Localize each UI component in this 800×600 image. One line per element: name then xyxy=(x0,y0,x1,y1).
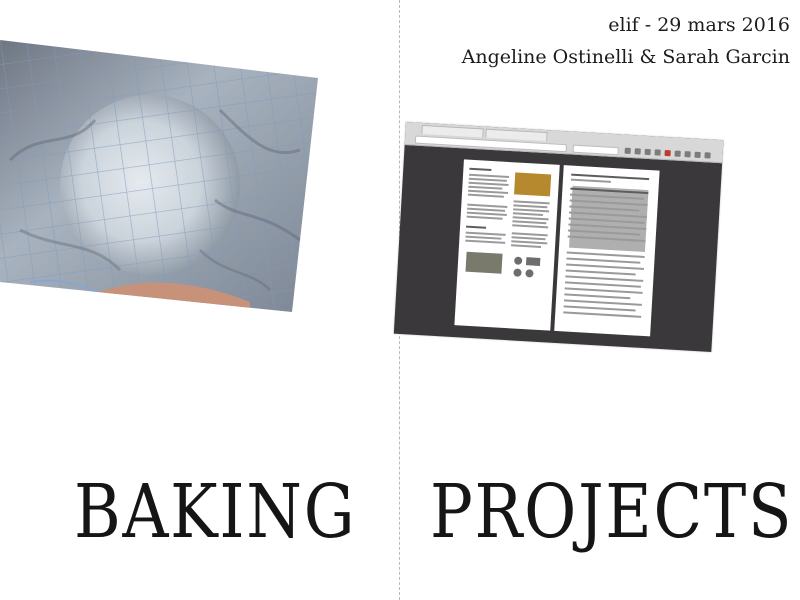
text-line xyxy=(564,287,643,294)
document-left-page xyxy=(454,159,560,331)
logo-mark xyxy=(513,256,523,265)
event-date: elif - 29 mars 2016 xyxy=(608,14,790,36)
text-line xyxy=(570,178,611,183)
dough-cloth-photo xyxy=(0,40,318,312)
search-box xyxy=(572,144,619,156)
thumbnail-image xyxy=(465,251,503,274)
browser-toolbar xyxy=(404,122,724,164)
text-line xyxy=(511,244,542,248)
title-word-projects: PROJECTS xyxy=(430,469,794,555)
toolbar-icon xyxy=(624,147,631,154)
document-right-page xyxy=(554,165,660,337)
text-line xyxy=(566,251,645,258)
text-line xyxy=(512,212,543,217)
toolbar-icon xyxy=(634,148,641,155)
text-line xyxy=(512,224,549,229)
toolbar-icon xyxy=(644,148,651,156)
text-line xyxy=(465,239,506,244)
thumbnail-image xyxy=(514,172,552,197)
event-info: elif - 29 mars 2016 Angeline Ostinelli &… xyxy=(462,12,790,70)
text-line xyxy=(564,281,641,288)
text-line xyxy=(469,167,492,171)
browser-screenshot xyxy=(393,122,724,352)
text-line xyxy=(563,311,642,318)
toolbar-icon xyxy=(704,152,711,159)
title-word-baking: BAKING xyxy=(74,469,357,555)
text-line xyxy=(566,257,641,264)
text-line xyxy=(565,275,644,282)
event-authors: Angeline Ostinelli & Sarah Garcin xyxy=(461,46,790,68)
text-line xyxy=(563,299,642,306)
text-line xyxy=(466,215,503,220)
browser-window xyxy=(393,122,724,352)
text-line xyxy=(564,293,631,300)
logo-mark xyxy=(525,269,534,278)
toolbar-icon xyxy=(654,149,661,156)
toolbar-icon xyxy=(684,151,691,158)
logo-mark xyxy=(513,268,522,277)
text-line xyxy=(467,193,504,198)
text-line xyxy=(566,263,644,270)
toolbar-icon xyxy=(674,150,681,157)
toolbar-icon xyxy=(694,151,701,159)
dough-cloth-image xyxy=(0,40,318,312)
text-line xyxy=(563,305,636,312)
text-line xyxy=(565,269,636,276)
text-line xyxy=(466,225,487,229)
toolbar-icon xyxy=(664,149,671,157)
logo-mark xyxy=(525,257,541,266)
